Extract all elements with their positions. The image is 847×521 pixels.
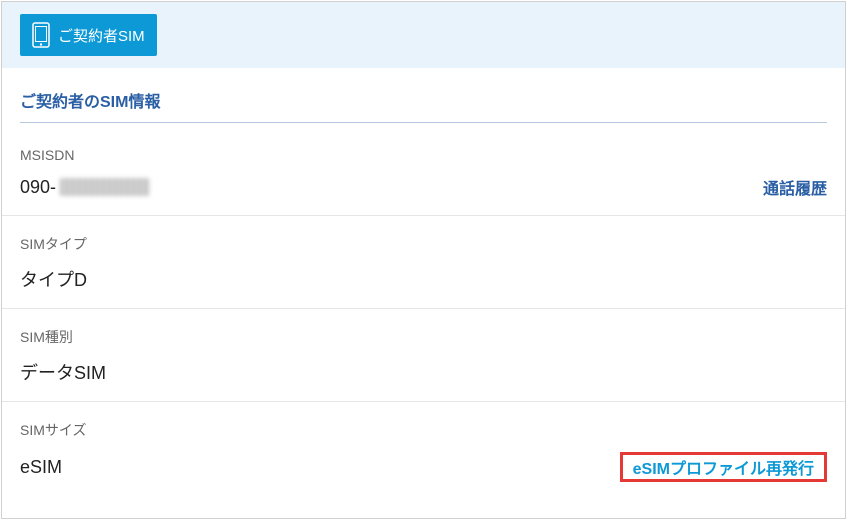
sim-category-value: データSIM (20, 359, 106, 385)
field-sim-type: SIMタイプ タイプD (2, 216, 845, 309)
msisdn-prefix: 090- (20, 177, 56, 198)
section-title: ご契約者のSIM情報 (2, 68, 845, 122)
msisdn-value: 090- (20, 177, 150, 198)
msisdn-label: MSISDN (20, 147, 827, 163)
msisdn-redacted (60, 178, 150, 196)
sim-type-value: タイプD (20, 266, 87, 292)
field-sim-size: SIMサイズ eSIM eSIMプロファイル再発行 (2, 402, 845, 498)
tab-label: ご契約者SIM (58, 25, 145, 46)
sim-info-panel: ご契約者SIM ご契約者のSIM情報 MSISDN 090- 通話履歴 SIMタ… (1, 1, 846, 519)
sim-size-label: SIMサイズ (20, 420, 827, 440)
section-divider (20, 122, 827, 123)
phone-icon (32, 22, 50, 48)
field-msisdn: MSISDN 090- 通話履歴 (2, 129, 845, 216)
esim-reissue-link[interactable]: eSIMプロファイル再発行 (623, 453, 824, 486)
sim-category-label: SIM種別 (20, 327, 827, 347)
call-history-link[interactable]: 通話履歴 (763, 175, 827, 199)
contractor-sim-tab[interactable]: ご契約者SIM (20, 14, 157, 56)
tab-bar: ご契約者SIM (2, 2, 845, 68)
field-sim-category: SIM種別 データSIM (2, 309, 845, 402)
esim-reissue-highlight: eSIMプロファイル再発行 (620, 452, 827, 482)
sim-size-value: eSIM (20, 457, 62, 478)
sim-type-label: SIMタイプ (20, 234, 827, 254)
